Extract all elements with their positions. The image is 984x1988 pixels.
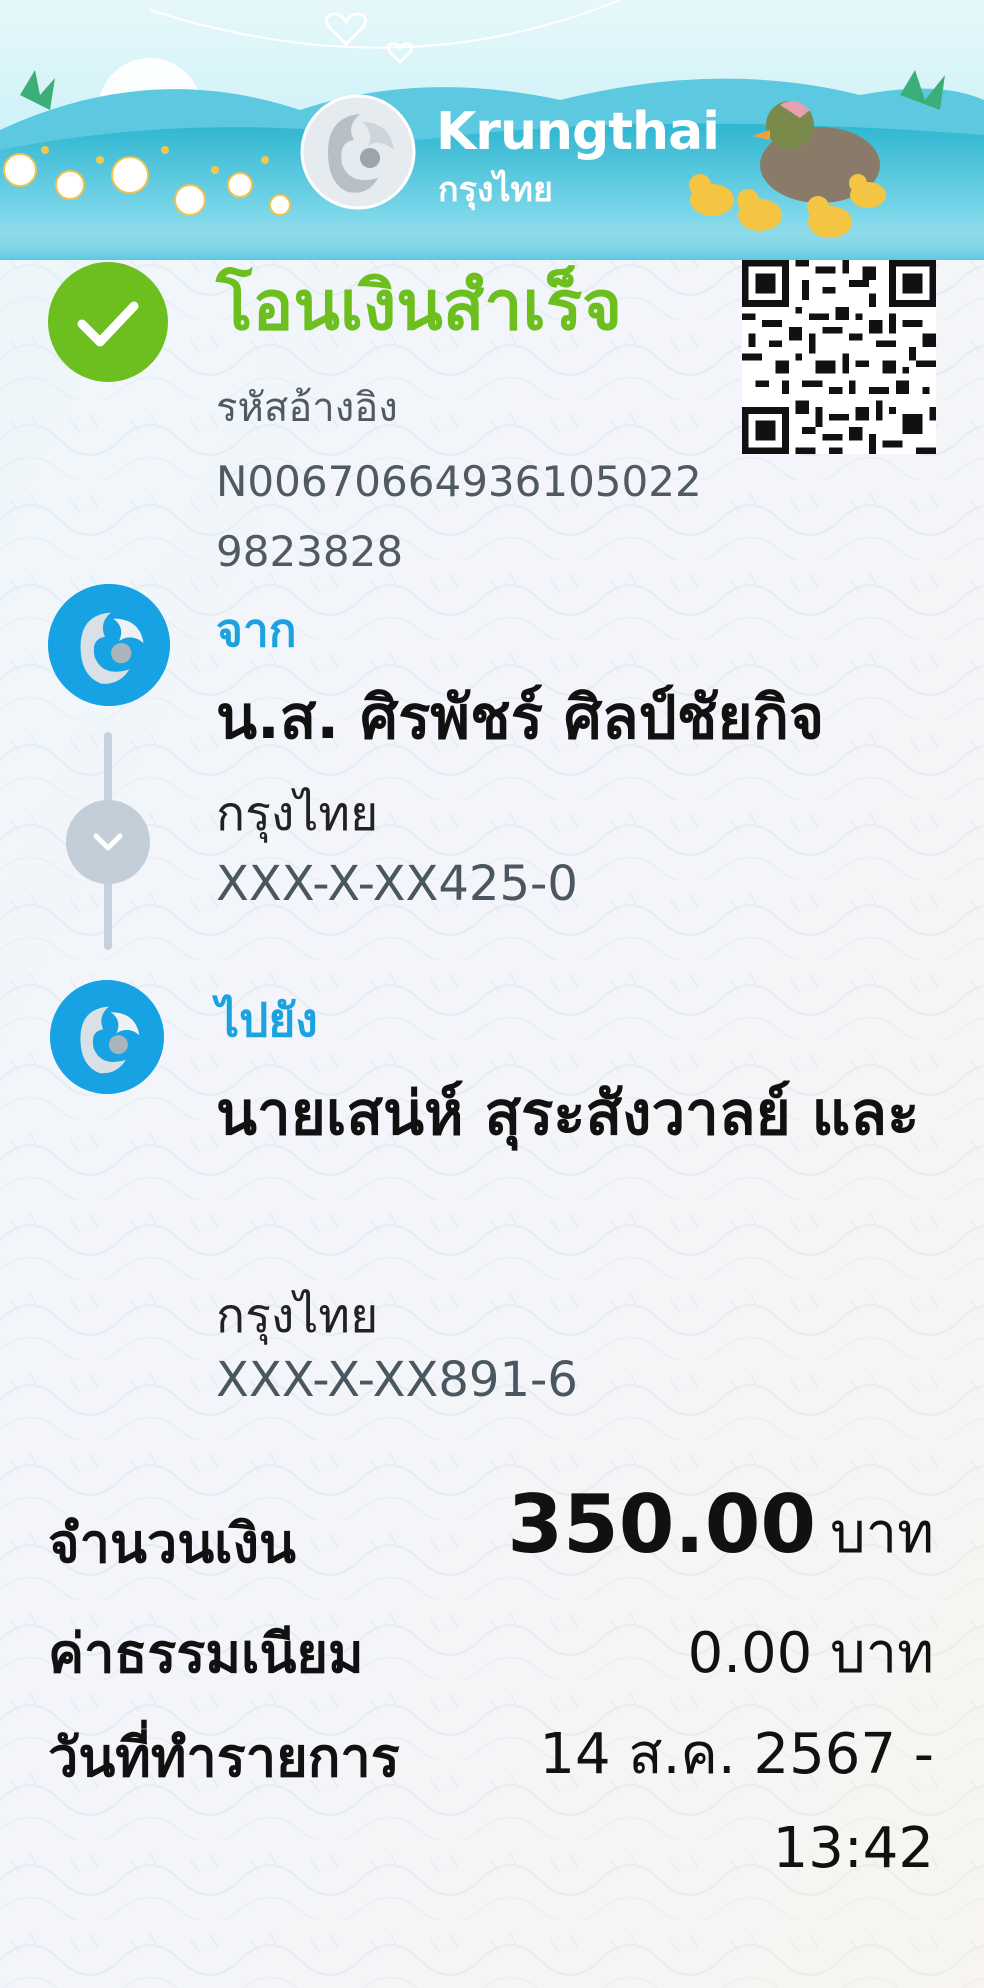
amount-unit: บาท [830, 1501, 934, 1566]
header-banner: Krungthai กรุงไทย [0, 0, 984, 260]
bank-logo-icon [50, 980, 164, 1094]
brand-name-en: Krungthai [436, 102, 720, 162]
amount-label: จำนวนเงิน [48, 1512, 296, 1575]
bank-logo-icon [48, 584, 170, 706]
qr-code-icon[interactable] [742, 260, 936, 454]
date-label: วันที่ทำรายการ [48, 1726, 400, 1789]
amount-number: 350.00 [507, 1478, 817, 1571]
sender-bank: กรุงไทย [216, 786, 379, 842]
check-icon [48, 262, 168, 382]
sender-name: น.ส. ศิรพัชร์ ศิลป์ชัยกิจ [216, 683, 825, 753]
receiver-account: XXX-X-XX891-6 [216, 1352, 578, 1408]
to-label: ไปยัง [216, 993, 318, 1047]
receiver-name: นายเสน่ห์ สุระสังวาลย์ และ [216, 1079, 920, 1149]
transfer-status-title: โอนเงินสำเร็จ [216, 267, 623, 346]
timeline-node [66, 800, 150, 884]
brand-name-th: กรุงไทย [438, 170, 553, 210]
fee-value: 0.00 บาท [687, 1621, 934, 1686]
bank-logo-icon [300, 94, 416, 210]
transfer-slip: Krungthai กรุงไทย โอนเงินสำเร็จ รหัสอ้าง… [0, 0, 984, 1988]
amount-value: 350.00 บาท [507, 1478, 934, 1577]
receiver-bank-avatar [50, 980, 164, 1094]
reference-label: รหัสอ้างอิง [216, 385, 398, 431]
fee-label: ค่าธรรมเนียม [48, 1622, 364, 1685]
from-label: จาก [216, 603, 297, 657]
chevron-down-icon [93, 833, 123, 851]
reference-number: N006706649361050229823828 [216, 457, 702, 576]
transaction-datetime: 14 ส.ค. 2567 - 13:42 [539, 1722, 934, 1881]
receiver-bank: กรุงไทย [216, 1288, 379, 1344]
sender-bank-avatar [48, 584, 170, 706]
krungthai-brand: Krungthai กรุงไทย [298, 92, 720, 212]
sender-account: XXX-X-XX425-0 [216, 856, 578, 912]
